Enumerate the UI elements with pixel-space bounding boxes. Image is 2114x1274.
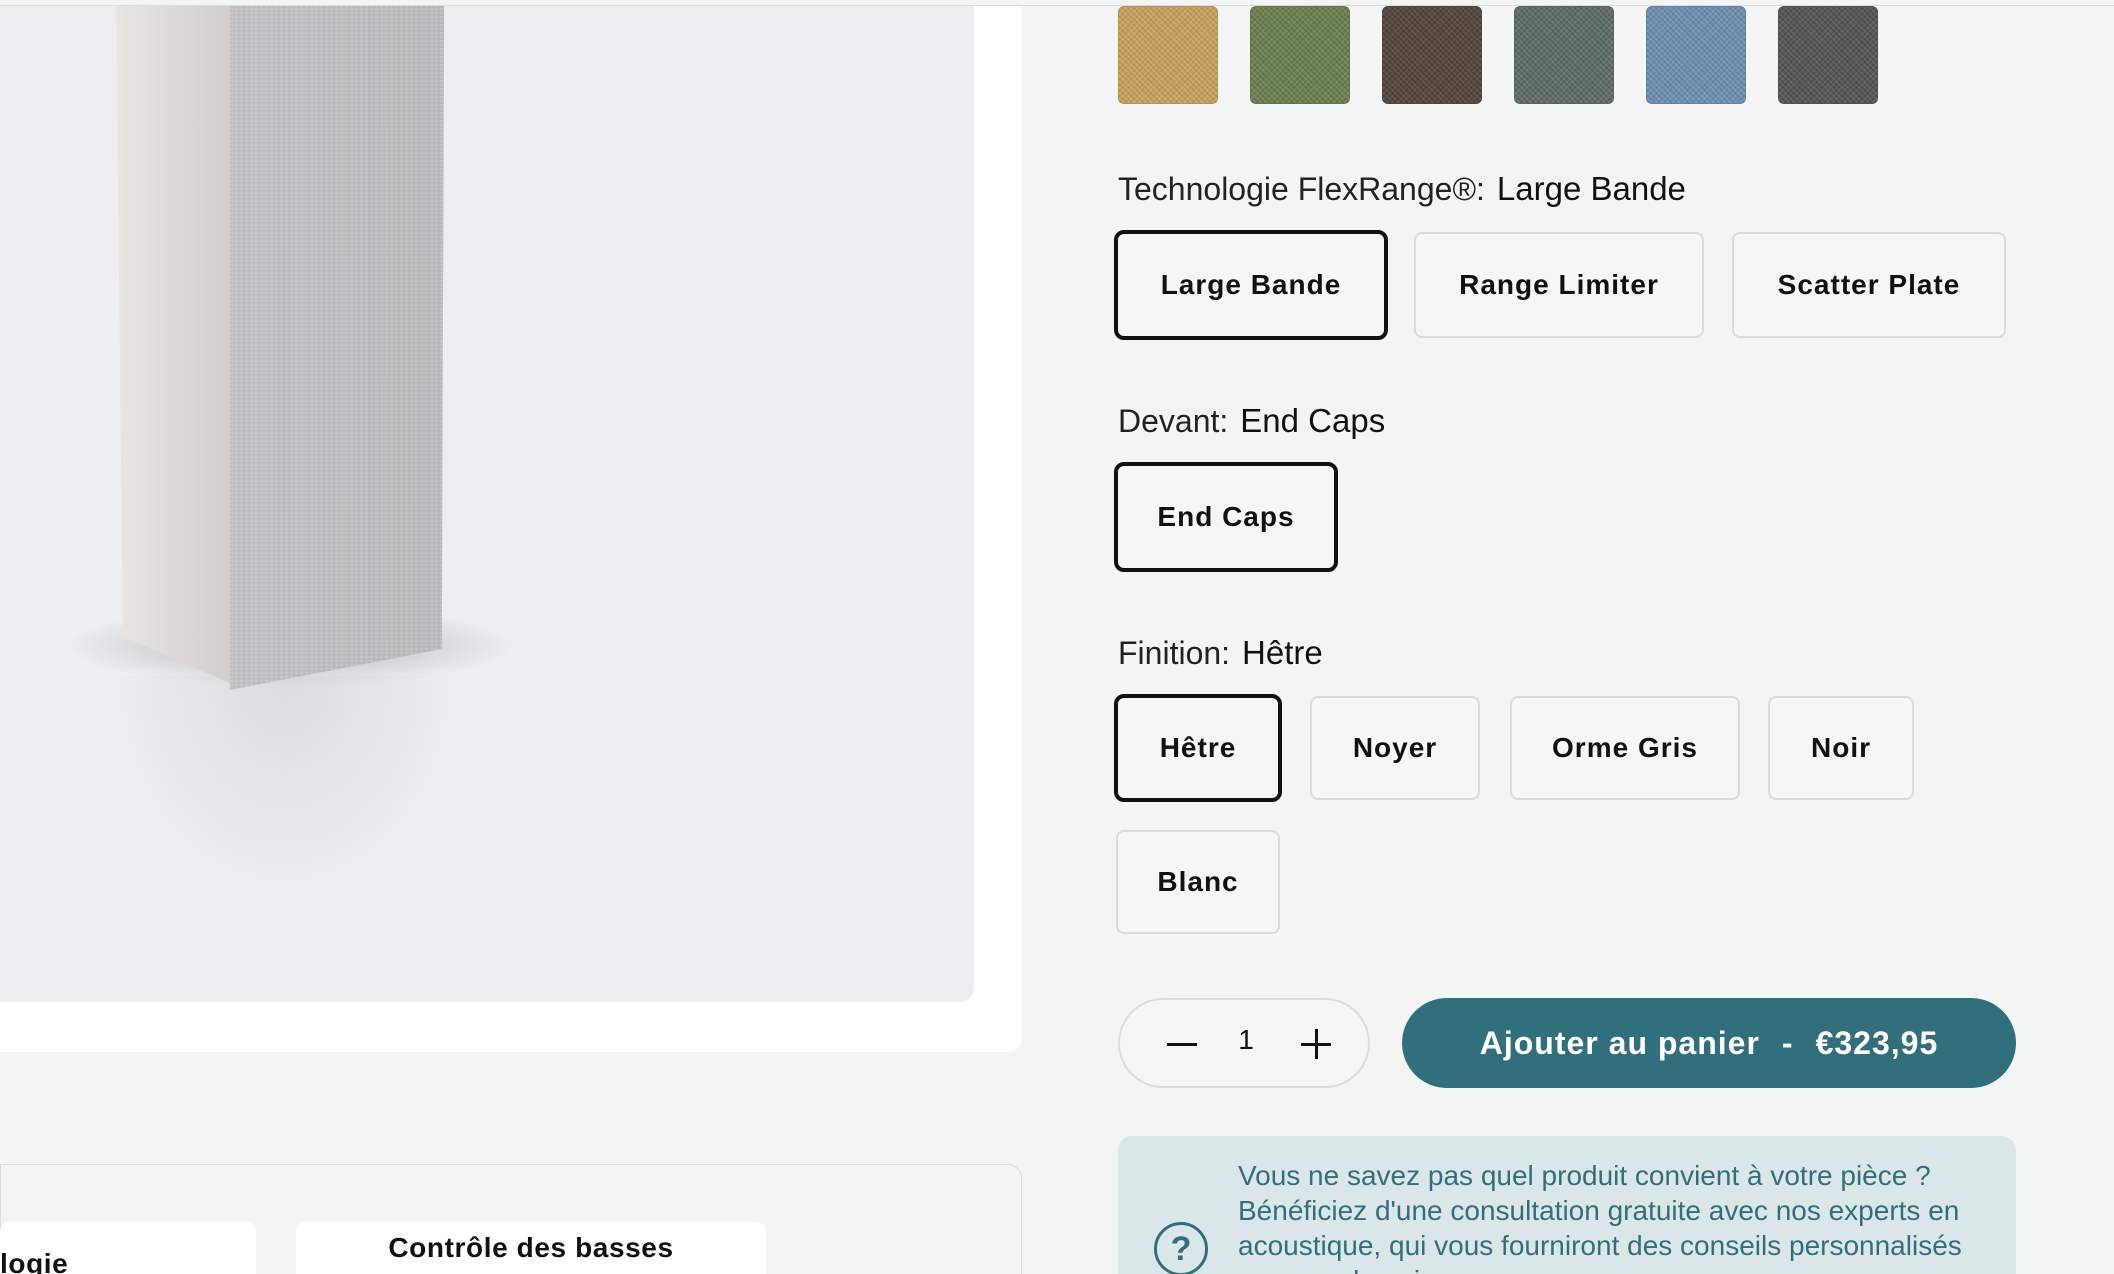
product-reflection — [110, 676, 460, 896]
add-to-cart-separator: - — [1781, 1024, 1794, 1061]
add-to-cart-label: Ajouter au panier — [1479, 1024, 1760, 1061]
add-to-cart-price: €323,95 — [1815, 1024, 1939, 1061]
feature-tab-technology[interactable]: logie — [0, 1222, 256, 1274]
finish-option-hetre[interactable]: Hêtre — [1114, 694, 1282, 802]
finish-option-noyer[interactable]: Noyer — [1310, 696, 1480, 800]
decrease-quantity-button[interactable] — [1160, 1022, 1204, 1066]
add-to-cart-button[interactable]: Ajouter au panier - €323,95 — [1402, 998, 2016, 1088]
color-swatch-brown[interactable] — [1382, 6, 1482, 104]
increase-quantity-button[interactable] — [1294, 1022, 1338, 1066]
front-option-end-caps[interactable]: End Caps — [1114, 462, 1338, 572]
flexrange-selected-value: Large Bande — [1496, 170, 1686, 207]
consultation-help-box: ? Vous ne savez pas quel produit convien… — [1118, 1136, 2016, 1274]
acoustic-panel-side — [116, 6, 232, 684]
consultation-help-text: Vous ne savez pas quel produit convient … — [1238, 1160, 1962, 1274]
flexrange-label-text: Technologie FlexRange®: — [1118, 171, 1485, 207]
flexrange-option-large-bande[interactable]: Large Bande — [1114, 230, 1388, 340]
feature-tab-label: Contrôle des basses — [388, 1232, 674, 1263]
quantity-stepper: 1 — [1118, 998, 1370, 1088]
finish-option-orme-gris[interactable]: Orme Gris — [1510, 696, 1740, 800]
flexrange-option-range-limiter[interactable]: Range Limiter — [1414, 232, 1704, 338]
color-swatch-green[interactable] — [1250, 6, 1350, 104]
front-label-text: Devant: — [1118, 403, 1229, 439]
question-circle-icon: ? — [1154, 1222, 1208, 1274]
color-swatch-dark-grey[interactable] — [1778, 6, 1878, 104]
color-swatches — [1118, 6, 1878, 104]
flexrange-option-scatter-plate[interactable]: Scatter Plate — [1732, 232, 2006, 338]
plus-icon-vertical — [1314, 1029, 1318, 1059]
finish-option-blanc[interactable]: Blanc — [1116, 830, 1280, 934]
feature-tab-label: logie — [0, 1248, 69, 1274]
finish-selected-value: Hêtre — [1242, 634, 1323, 671]
finish-option-noir[interactable]: Noir — [1768, 696, 1914, 800]
product-image[interactable] — [0, 6, 974, 1002]
front-label: Devant: End Caps — [1118, 402, 1385, 440]
finish-label: Finition: Hêtre — [1118, 634, 1323, 672]
finish-label-text: Finition: — [1118, 635, 1231, 671]
front-selected-value: End Caps — [1240, 402, 1386, 439]
product-gallery — [0, 6, 1022, 1052]
color-swatch-blue[interactable] — [1646, 6, 1746, 104]
minus-icon — [1167, 1042, 1197, 1046]
color-swatch-slate-green[interactable] — [1514, 6, 1614, 104]
acoustic-panel-front — [230, 6, 444, 690]
color-swatch-ochre[interactable] — [1118, 6, 1218, 104]
quantity-input[interactable]: 1 — [1216, 1024, 1276, 1056]
flexrange-label: Technologie FlexRange®: Large Bande — [1118, 170, 1686, 208]
feature-tab-bass-control[interactable]: Contrôle des basses — [296, 1222, 766, 1274]
